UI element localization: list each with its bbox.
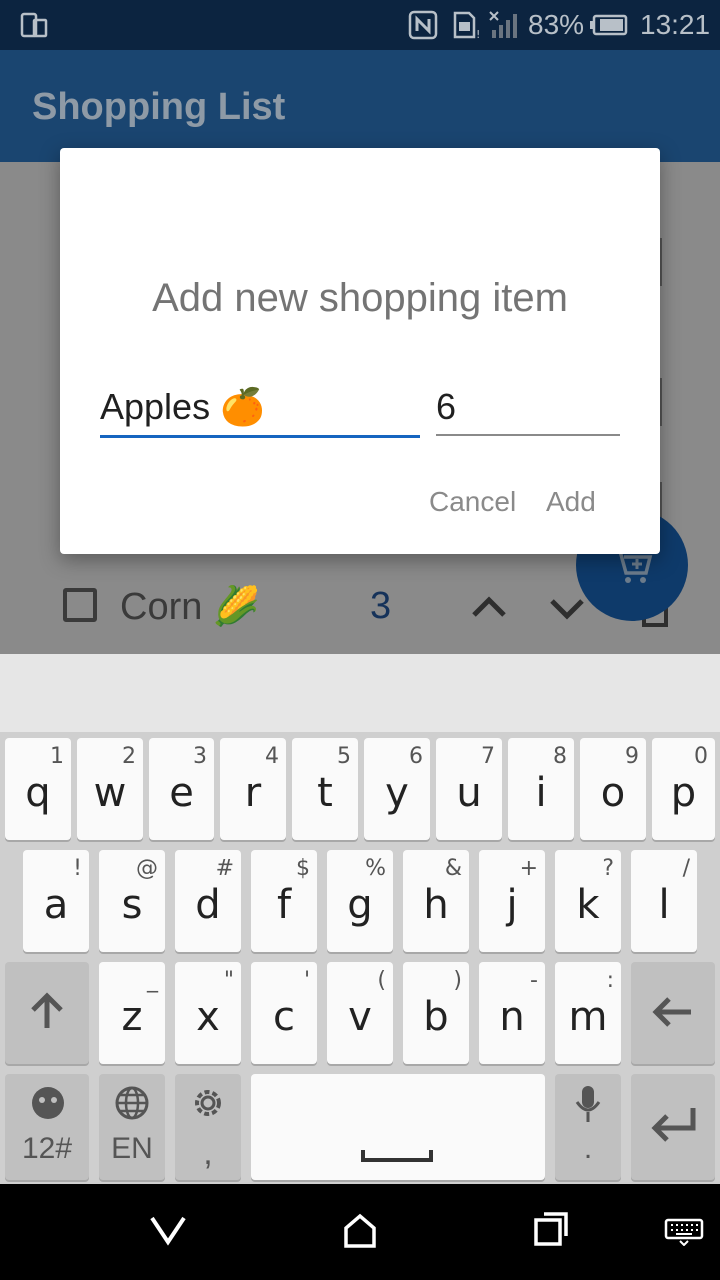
key-l[interactable]: / l bbox=[631, 850, 697, 952]
shift-key[interactable] bbox=[5, 962, 89, 1064]
key-s[interactable]: @ s bbox=[99, 850, 165, 952]
add-item-dialog: Add new shopping item Apples 🍊 6 Cancel … bbox=[60, 148, 660, 554]
app-bar: Shopping List bbox=[0, 50, 720, 162]
enter-key[interactable] bbox=[631, 1074, 715, 1180]
key-t[interactable]: 5t bbox=[292, 738, 358, 840]
key-g[interactable]: % g bbox=[327, 850, 393, 952]
item-quantity: 3 bbox=[370, 585, 392, 627]
language-key[interactable]: EN bbox=[99, 1074, 165, 1180]
key-a[interactable]: ! a bbox=[23, 850, 89, 952]
sim-alert-icon: ! bbox=[452, 0, 482, 50]
decrease-chevron-icon[interactable] bbox=[546, 587, 588, 634]
key-p[interactable]: 0p bbox=[652, 738, 715, 840]
symbols-key[interactable]: 12# bbox=[5, 1074, 89, 1180]
comma-label: , bbox=[203, 1134, 213, 1172]
keyboard: 1q 2w 3e 4r 5t 6y 7u 8i 9o 0p ! a @ s # d $… bbox=[0, 732, 720, 1184]
home-icon[interactable] bbox=[340, 1210, 380, 1255]
space-key[interactable] bbox=[251, 1074, 545, 1180]
backspace-key[interactable] bbox=[631, 962, 715, 1064]
key-o[interactable]: 9o bbox=[580, 738, 646, 840]
space-bar-icon bbox=[361, 1150, 433, 1162]
add-button[interactable]: Add bbox=[546, 486, 596, 518]
key-k[interactable]: ? k bbox=[555, 850, 621, 952]
no-signal-icon bbox=[488, 0, 520, 50]
quantity-value: 6 bbox=[436, 386, 457, 427]
item-name-input[interactable]: Apples 🍊 bbox=[100, 378, 420, 438]
key-j[interactable]: + j bbox=[479, 850, 545, 952]
battery-icon bbox=[590, 0, 628, 50]
gear-icon bbox=[195, 1090, 221, 1116]
key-h[interactable]: & h bbox=[403, 850, 469, 952]
backspace-arrow-icon bbox=[652, 997, 691, 1027]
cancel-button[interactable]: Cancel bbox=[429, 486, 516, 518]
key-r[interactable]: 4r bbox=[220, 738, 286, 840]
key-y[interactable]: 6y bbox=[364, 738, 430, 840]
svg-text:!: ! bbox=[476, 28, 480, 40]
key-q[interactable]: 1q bbox=[5, 738, 71, 840]
back-icon[interactable] bbox=[148, 1210, 188, 1255]
emoji-icon bbox=[32, 1087, 64, 1119]
keyboard-suggestion-strip bbox=[0, 654, 720, 732]
period-label: . bbox=[583, 1132, 593, 1165]
key-i[interactable]: 8i bbox=[508, 738, 574, 840]
item-name-value: Apples 🍊 bbox=[100, 386, 265, 427]
key-w[interactable]: 2w bbox=[77, 738, 143, 840]
dialog-title: Add new shopping item bbox=[152, 276, 568, 320]
increase-chevron-icon[interactable] bbox=[468, 587, 510, 634]
phone-mode-icon bbox=[20, 0, 48, 50]
key-c[interactable]: ' c bbox=[251, 962, 317, 1064]
key-z[interactable]: _ z bbox=[99, 962, 165, 1064]
microphone-icon bbox=[575, 1086, 601, 1122]
item-checkbox[interactable] bbox=[63, 588, 97, 622]
key-f[interactable]: $ f bbox=[251, 850, 317, 952]
symbols-label: 12# bbox=[21, 1132, 73, 1165]
navigation-bar bbox=[0, 1184, 720, 1280]
voice-key[interactable]: . bbox=[555, 1074, 621, 1180]
key-u[interactable]: 7u bbox=[436, 738, 502, 840]
clock: 13:21 bbox=[640, 9, 711, 40]
globe-icon bbox=[115, 1086, 149, 1120]
key-n[interactable]: -n bbox=[479, 962, 545, 1064]
nfc-icon bbox=[408, 0, 438, 50]
recents-icon[interactable] bbox=[532, 1210, 572, 1255]
keyboard-switch-icon[interactable] bbox=[664, 1218, 704, 1251]
language-label: EN bbox=[111, 1132, 153, 1165]
key-d[interactable]: # d bbox=[175, 850, 241, 952]
shift-arrow-icon bbox=[31, 992, 63, 1028]
status-bar: ! 83% 13:21 bbox=[0, 0, 720, 50]
key-m[interactable]: :m bbox=[555, 962, 621, 1064]
key-e[interactable]: 3e bbox=[149, 738, 214, 840]
enter-icon bbox=[651, 1108, 696, 1142]
key-v[interactable]: (v bbox=[327, 962, 393, 1064]
key-x[interactable]: " x bbox=[175, 962, 241, 1064]
key-b[interactable]: ) b bbox=[403, 962, 469, 1064]
item-name: Corn 🌽 bbox=[120, 586, 261, 628]
battery-percent: 83% bbox=[528, 9, 585, 40]
app-title: Shopping List bbox=[32, 86, 286, 128]
quantity-input[interactable]: 6 bbox=[436, 378, 620, 436]
settings-comma-key[interactable]: , bbox=[175, 1074, 241, 1180]
